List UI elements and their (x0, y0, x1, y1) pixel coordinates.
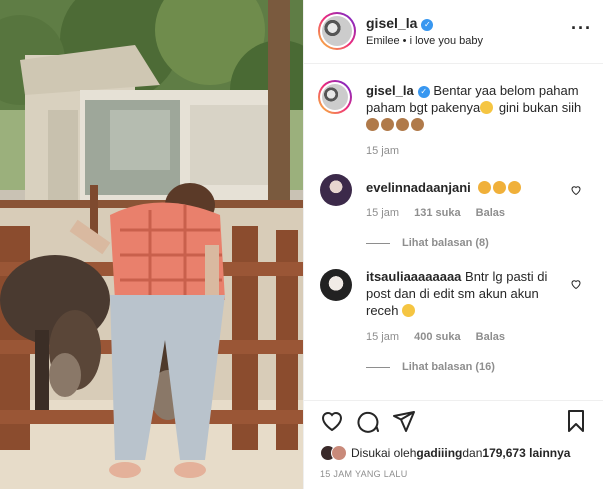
commenter-avatar[interactable] (320, 269, 352, 301)
likes-summary: Disukai oleh gadiiing dan 179,673 lainny… (320, 445, 570, 461)
post-time-ago[interactable]: 15 JAM YANG LALU (320, 469, 408, 479)
post-dialog: gisel_la ✓ Emilee • i love you baby ··· g… (0, 0, 603, 489)
caption: gisel_la ✓ Bentar yaa belom paham paham b… (366, 82, 592, 133)
comment-like-heart-icon[interactable] (570, 278, 582, 290)
view-replies-label: Lihat balasan (16) (402, 361, 495, 373)
comments-list: gisel_la ✓ Bentar yaa belom paham paham b… (304, 65, 603, 400)
hushed-emoji-icon (402, 304, 416, 317)
share-icon[interactable] (392, 409, 416, 433)
comment-likes[interactable]: 400 suka (414, 331, 460, 343)
bookmark-icon[interactable] (564, 409, 588, 433)
author-username[interactable]: gisel_la (366, 15, 417, 31)
likes-middle: dan (462, 446, 483, 460)
caption-username[interactable]: gisel_la (366, 83, 414, 98)
grin-emoji-icon (480, 101, 494, 114)
caption-avatar[interactable] (318, 80, 352, 114)
comment-username[interactable]: evelinnadaanjani (366, 180, 471, 195)
comment-time[interactable]: 15 jam (366, 207, 399, 219)
heart-eyes-emoji-icon (508, 181, 522, 194)
comment-reply-button[interactable]: Balas (476, 207, 505, 219)
video-frame (0, 0, 303, 489)
caption-time[interactable]: 15 jam (366, 145, 399, 157)
see-no-evil-emoji-icon (396, 118, 409, 131)
see-no-evil-emoji-icon (366, 118, 379, 131)
post-media-video[interactable] (0, 0, 303, 489)
post-side-panel: gisel_la ✓ Emilee • i love you baby ··· g… (303, 0, 603, 489)
comment-icon[interactable] (356, 409, 380, 433)
caption-text-2: gini bukan siih (495, 100, 582, 115)
verified-badge-icon: ✓ (421, 19, 434, 31)
verified-badge-icon: ✓ (417, 86, 430, 98)
heart-eyes-emoji-icon (478, 181, 492, 194)
see-no-evil-emoji-icon (411, 118, 424, 131)
comment-likes[interactable]: 131 suka (414, 207, 460, 219)
audio-subtitle[interactable]: Emilee • i love you baby (366, 35, 483, 47)
likes-prefix: Disukai oleh (351, 446, 417, 460)
liker-avatar (331, 445, 347, 461)
view-replies-button[interactable]: Lihat balasan (16) (366, 361, 495, 373)
comment-reply-button[interactable]: Balas (476, 331, 505, 343)
commenter-avatar[interactable] (320, 174, 352, 206)
heart-eyes-emoji-icon (493, 181, 507, 194)
comment-like-heart-icon[interactable] (570, 184, 582, 196)
comment-time[interactable]: 15 jam (366, 331, 399, 343)
likes-count[interactable]: 179,673 lainnya (482, 446, 570, 460)
liker-username[interactable]: gadiiing (416, 446, 462, 460)
author-avatar[interactable] (318, 12, 356, 50)
heart-icon[interactable] (320, 409, 344, 433)
more-options-icon[interactable]: ··· (571, 18, 592, 39)
comment-username[interactable]: itsauliaaaaaaaa (366, 269, 461, 284)
view-replies-button[interactable]: Lihat balasan (8) (366, 237, 489, 249)
view-replies-label: Lihat balasan (8) (402, 237, 489, 249)
post-actions: Disukai oleh gadiiing dan 179,673 lainny… (304, 400, 603, 489)
post-header: gisel_la ✓ Emilee • i love you baby ··· (304, 0, 603, 64)
see-no-evil-emoji-icon (381, 118, 394, 131)
